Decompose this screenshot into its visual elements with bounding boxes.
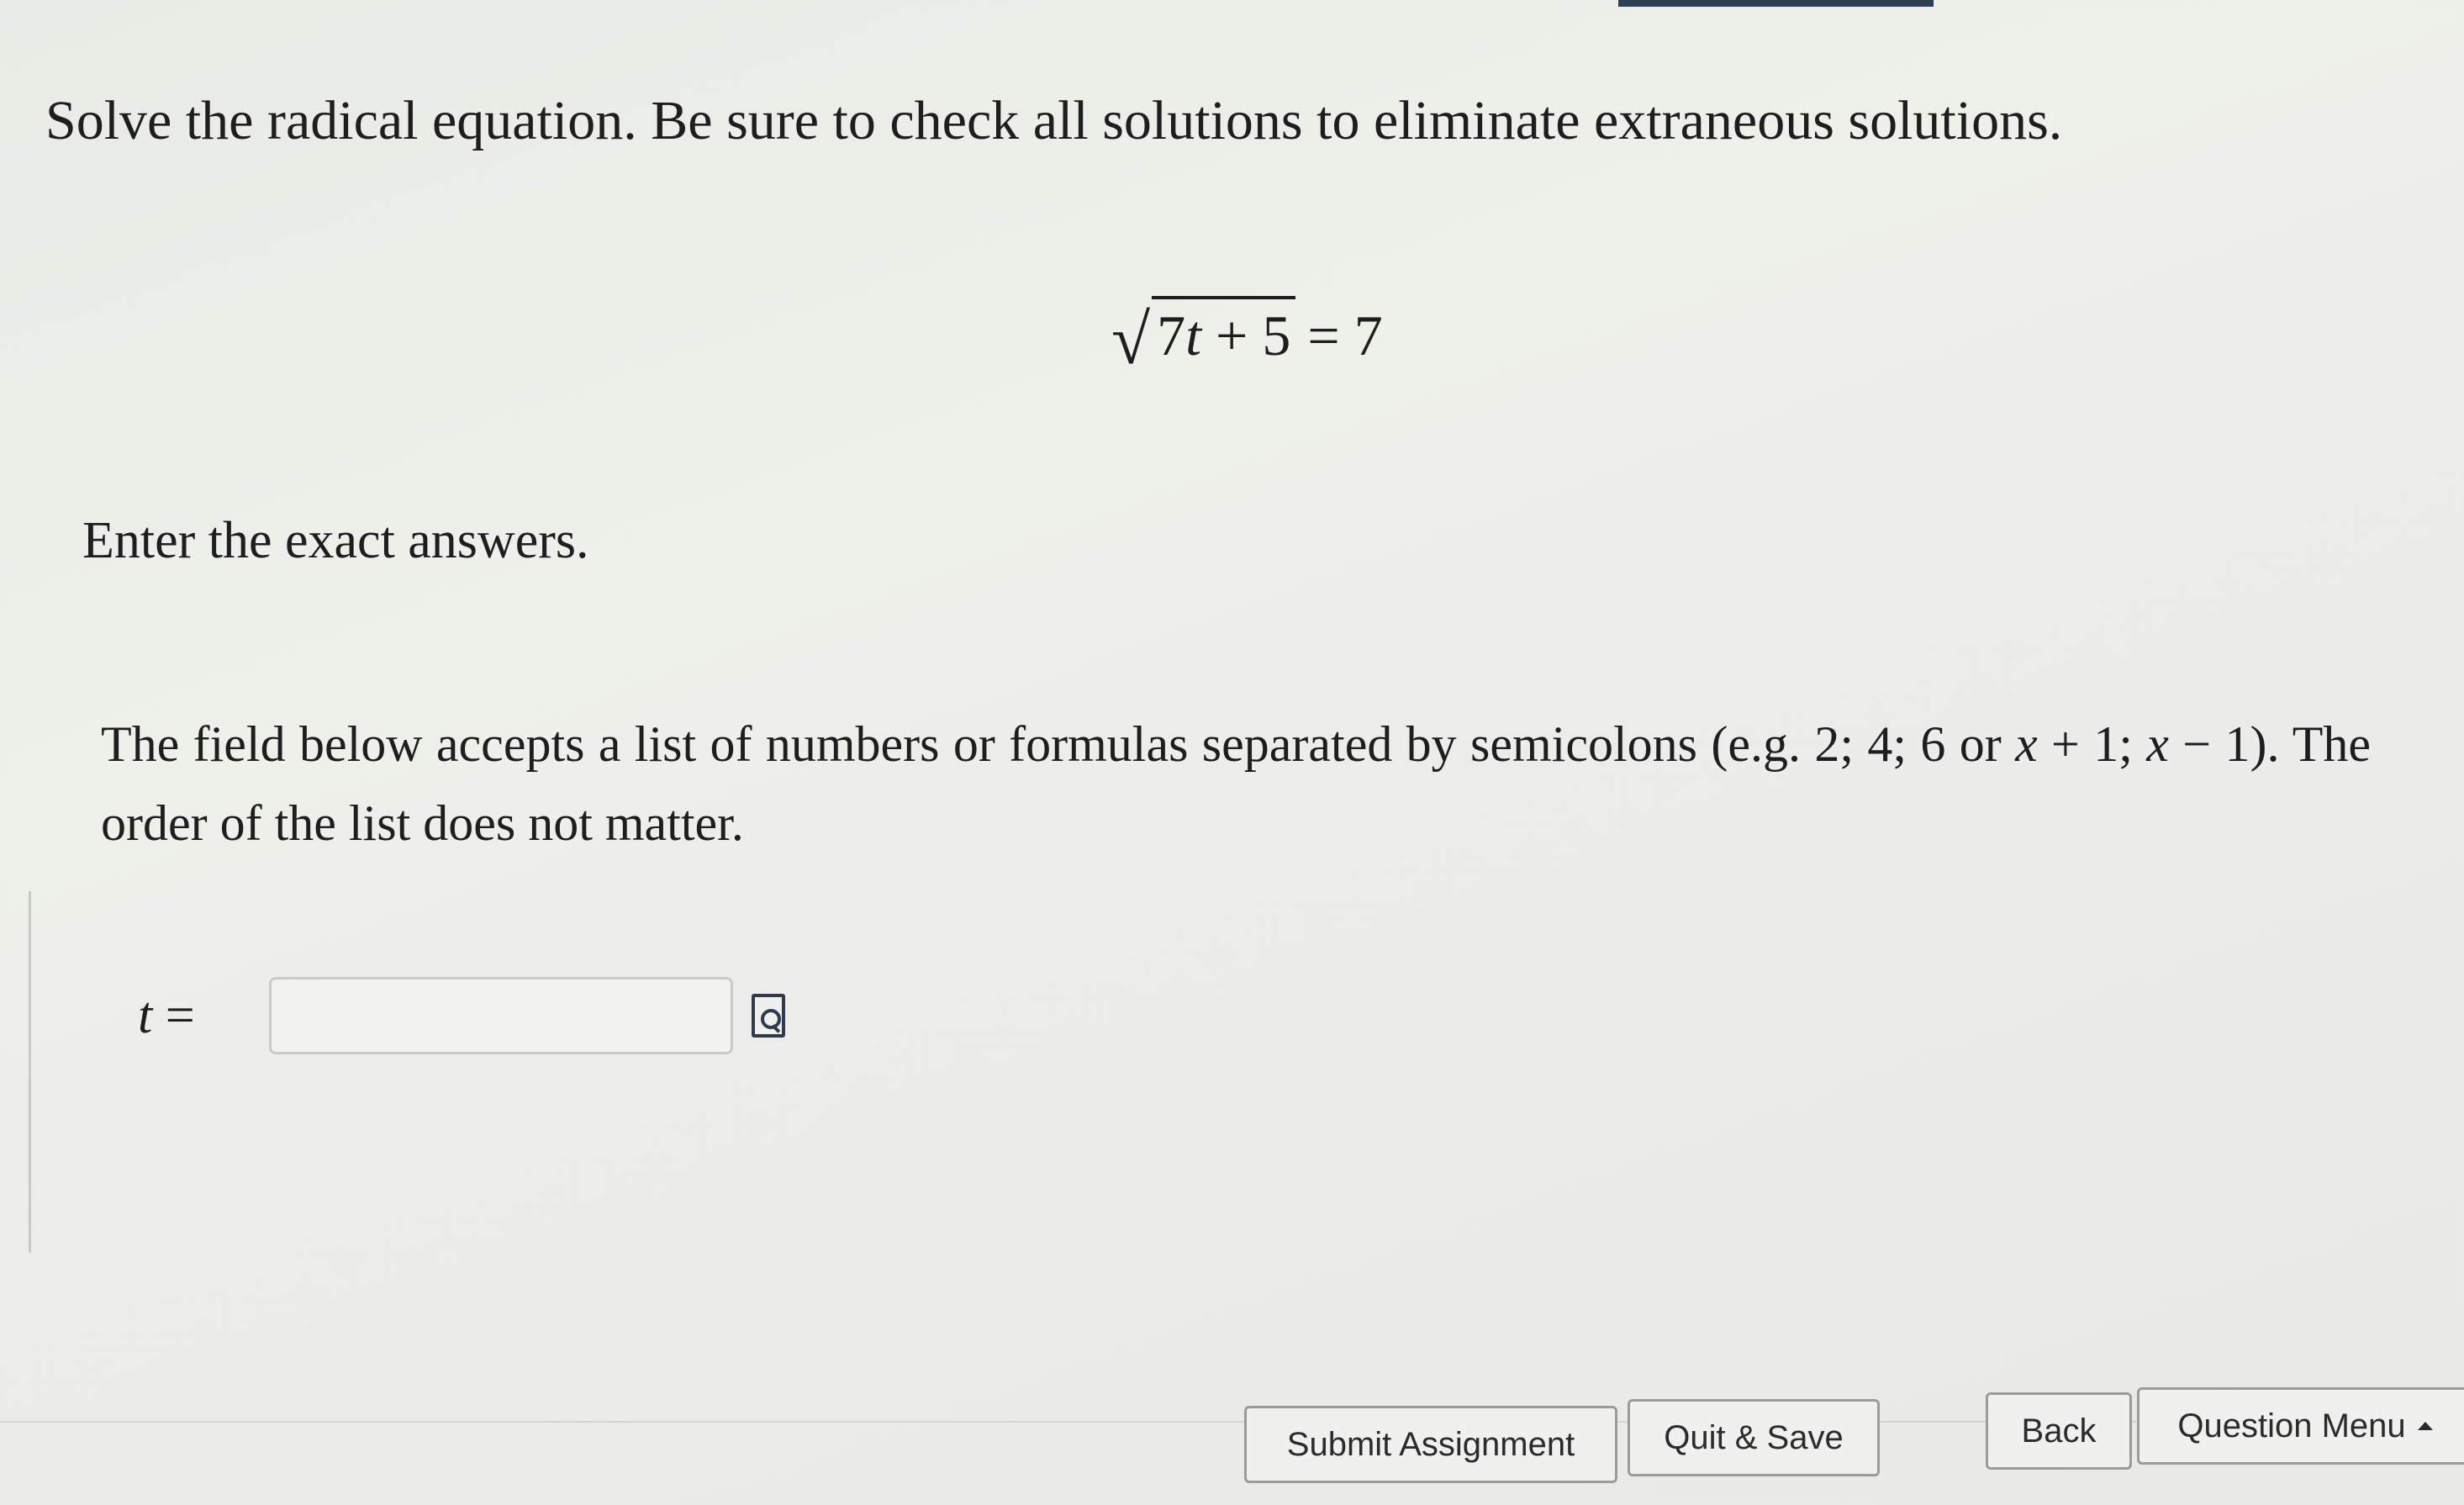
top-accent-bar [1618,0,1934,7]
radicand-coefficient: 7 [1157,304,1186,367]
quit-save-label: Quit & Save [1664,1418,1844,1456]
answer-variable: t [138,986,153,1044]
radicand-rest: + 5 [1201,304,1291,367]
answer-row: t = [138,977,785,1054]
hint-var-x-1: x [2015,716,2038,772]
question-menu-label: Question Menu [2177,1407,2406,1444]
radical-sign-icon: √ [1111,301,1151,379]
submit-assignment-label: Submit Assignment [1286,1425,1575,1463]
preview-icon[interactable] [752,994,785,1038]
answer-label: t = [138,986,264,1046]
radicand: 7t + 5 [1152,296,1296,369]
radicand-variable: t [1185,304,1202,367]
question-menu-button[interactable]: Question Menu [2137,1387,2464,1465]
question-instruction: Solve the radical equation. Be sure to c… [45,90,2063,151]
answer-prompt: Enter the exact answers. [82,512,589,569]
hint-text-2: + 1; [2037,716,2147,772]
hint-var-x-2: x [2146,716,2169,772]
radical-equation: √ 7t + 5 = 7 [1111,296,1383,376]
quit-save-button[interactable]: Quit & Save [1628,1399,1880,1476]
submit-assignment-button[interactable]: Submit Assignment [1244,1406,1617,1483]
hint-text-1: The field below accepts a list of number… [101,716,2016,772]
equation-rhs: = 7 [1307,304,1383,367]
input-format-hint: The field below accepts a list of number… [101,705,2371,863]
answer-input[interactable] [269,977,733,1054]
back-button[interactable]: Back [1986,1392,2132,1470]
back-label: Back [2021,1412,2097,1450]
caret-up-icon [2417,1422,2433,1430]
left-divider [29,891,31,1253]
answer-equals: = [152,986,195,1044]
